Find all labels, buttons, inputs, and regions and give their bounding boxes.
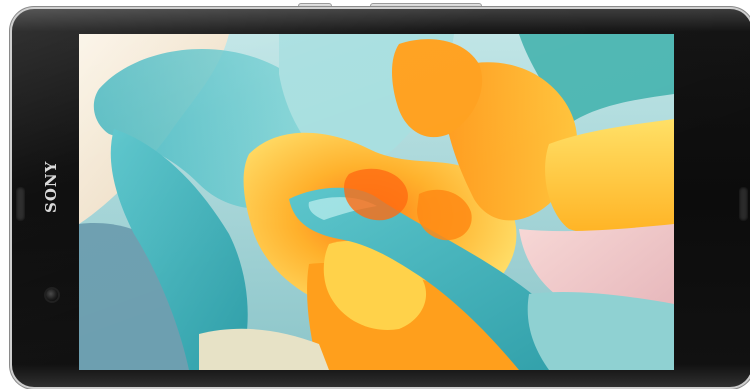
front-camera-icon <box>46 289 58 301</box>
smartphone-body: SONY <box>12 9 750 387</box>
brand-logo: SONY <box>42 160 60 213</box>
right-speaker-grille <box>739 187 748 221</box>
display-screen <box>79 34 674 370</box>
left-speaker-grille <box>16 187 25 221</box>
product-photo: SONY <box>0 0 750 389</box>
flower-wallpaper <box>79 34 674 370</box>
